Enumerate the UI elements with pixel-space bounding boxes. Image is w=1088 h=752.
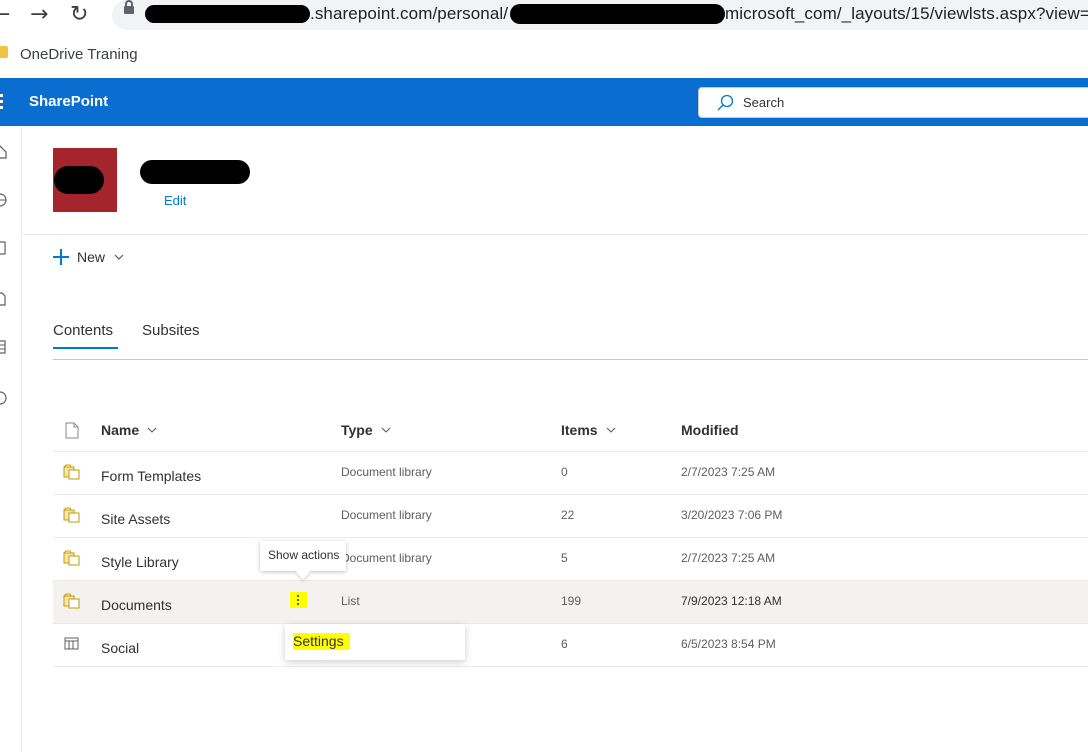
active-tab-indicator	[53, 347, 118, 349]
chevron-down-icon	[147, 427, 157, 433]
search-box[interactable]: Search	[698, 87, 1088, 118]
column-header-modified[interactable]: Modified	[681, 422, 739, 438]
file-type-icon	[65, 422, 79, 439]
files-icon[interactable]	[0, 292, 7, 306]
tab-contents[interactable]: Contents	[53, 322, 113, 339]
url-path-text: microsoft_com/_layouts/15/viewlsts.aspx?…	[725, 4, 1088, 23]
create-icon[interactable]	[0, 391, 7, 405]
table-row[interactable]: Social 6 6/5/2023 8:54 PM	[53, 624, 1088, 667]
redaction-mark	[510, 4, 725, 24]
chevron-down-icon	[381, 427, 391, 433]
tooltip-text: Show actions	[268, 548, 340, 562]
redaction-mark	[145, 5, 310, 23]
url-domain-text: .sharepoint.com/personal/	[310, 4, 509, 23]
tabs-divider	[53, 359, 1088, 360]
header-divider	[22, 234, 1088, 235]
table-row[interactable]: Style Library Document library 5 2/7/202…	[53, 538, 1088, 581]
library-icon	[63, 593, 80, 609]
actions-context-menu: Settings	[285, 624, 465, 660]
reload-icon[interactable]: ↻	[70, 3, 88, 27]
show-actions-tooltip: Show actions	[260, 541, 346, 571]
row-type: Document library	[341, 508, 432, 522]
chevron-down-icon	[606, 427, 615, 433]
lists-icon[interactable]	[0, 340, 7, 354]
new-button-label: New	[77, 249, 106, 265]
row-items: 199	[561, 594, 582, 608]
column-header-name-label: Name	[101, 422, 140, 438]
plus-icon	[53, 249, 69, 265]
search-input[interactable]: Search	[743, 95, 784, 110]
lock-icon	[124, 0, 134, 14]
row-name[interactable]: Style Library	[101, 554, 179, 570]
column-header-name[interactable]: Name	[101, 422, 157, 438]
row-modified: 3/20/2023 7:06 PM	[681, 508, 783, 522]
column-header-modified-label: Modified	[681, 422, 739, 438]
library-icon	[63, 464, 80, 480]
search-icon	[717, 94, 734, 111]
browser-toolbar: ← → ↻ .sharepoint.com/personal/ microsof…	[0, 0, 1088, 34]
chevron-down-icon	[114, 254, 124, 260]
library-icon	[63, 550, 80, 566]
home-icon[interactable]	[0, 145, 7, 159]
folder-icon	[0, 46, 8, 58]
tab-subsites[interactable]: Subsites	[142, 322, 200, 339]
sharepoint-brand[interactable]: SharePoint	[29, 93, 108, 110]
news-icon[interactable]	[0, 241, 7, 255]
row-name[interactable]: Form Templates	[101, 468, 201, 484]
row-items: 22	[561, 508, 575, 522]
row-name[interactable]: Site Assets	[101, 511, 170, 527]
row-items: 6	[561, 637, 568, 651]
column-header-items-label: Items	[561, 422, 598, 438]
row-modified: 2/7/2023 7:25 AM	[681, 465, 776, 479]
row-modified: 7/9/2023 12:18 AM	[681, 594, 782, 608]
bookmark-onedrive-training[interactable]: OneDrive Traning	[20, 46, 138, 63]
row-items: 5	[561, 551, 568, 565]
row-type: Document library	[341, 551, 432, 565]
row-type: Document library	[341, 465, 432, 479]
row-items: 0	[561, 465, 568, 479]
forward-arrow-icon[interactable]: →	[30, 3, 48, 27]
bookmarks-bar: OneDrive Traning	[0, 38, 1088, 74]
globe-icon[interactable]	[0, 193, 7, 207]
row-modified: 2/7/2023 7:25 AM	[681, 551, 776, 565]
list-icon	[64, 637, 79, 650]
table-row[interactable]: Site Assets Document library 22 3/20/202…	[53, 495, 1088, 538]
redaction-mark	[54, 166, 104, 194]
column-header-type-label: Type	[341, 422, 373, 438]
table-row-selected[interactable]: Documents List 199 7/9/2023 12:18 AM	[53, 581, 1088, 624]
settings-menu-item[interactable]: Settings	[293, 633, 350, 650]
show-actions-button[interactable]	[290, 592, 307, 608]
row-type: List	[341, 594, 360, 608]
column-header-type[interactable]: Type	[341, 422, 391, 438]
column-header-items[interactable]: Items	[561, 422, 616, 438]
redaction-mark	[140, 160, 250, 184]
row-modified: 6/5/2023 8:54 PM	[681, 637, 776, 651]
table-row[interactable]: Form Templates Document library 0 2/7/20…	[53, 452, 1088, 495]
back-arrow-icon[interactable]: ←	[0, 3, 10, 27]
new-button[interactable]: New	[53, 246, 125, 268]
suite-bar: SharePoint Search	[0, 78, 1088, 126]
app-launcher-icon[interactable]	[0, 94, 4, 110]
library-icon	[63, 507, 80, 523]
left-app-bar	[0, 126, 22, 752]
row-name[interactable]: Social	[101, 640, 139, 656]
row-name[interactable]: Documents	[101, 597, 172, 613]
edit-site-link[interactable]: Edit	[164, 193, 186, 208]
